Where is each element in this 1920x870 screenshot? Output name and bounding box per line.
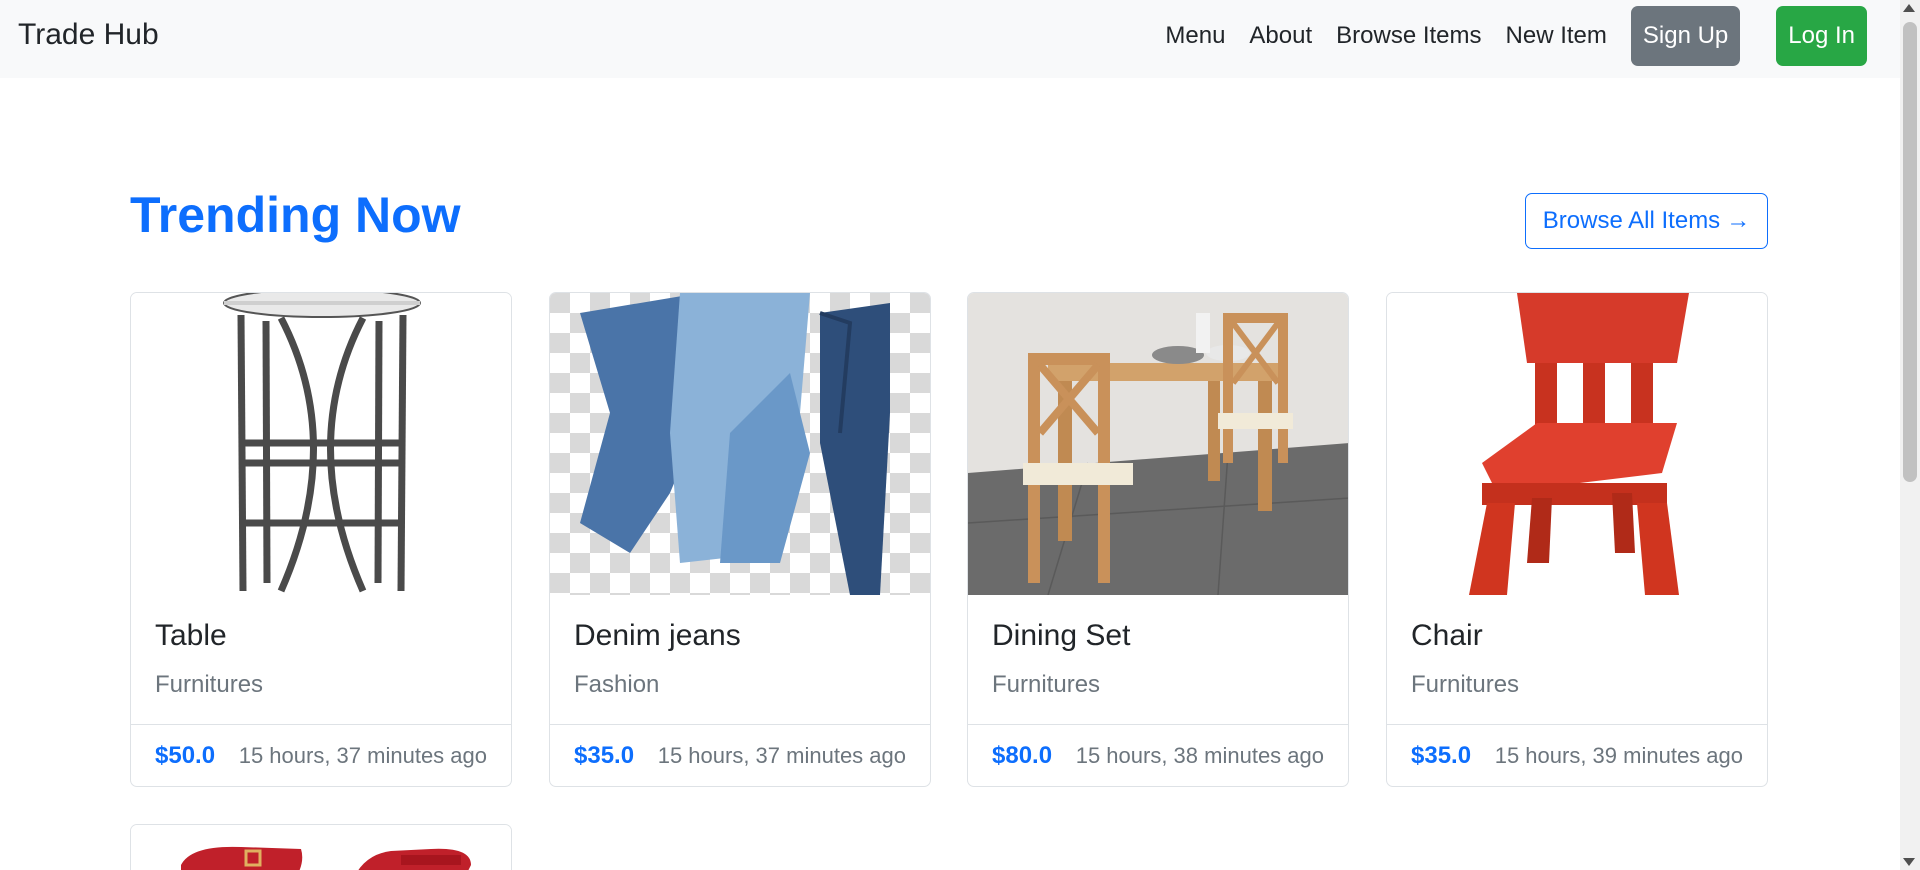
item-card[interactable]: Dining Set Furnitures $80.0 15 hours, 38…: [967, 292, 1349, 787]
nav-link-browse-items[interactable]: Browse Items: [1336, 22, 1481, 50]
scroll-up-icon[interactable]: [1903, 4, 1915, 12]
item-image-denim-jeans[interactable]: [550, 293, 930, 595]
item-card[interactable]: Chair Furnitures $35.0 15 hours, 39 minu…: [1386, 292, 1768, 787]
nav-link-menu[interactable]: Menu: [1165, 22, 1225, 50]
browse-all-items-button[interactable]: Browse All Items →: [1525, 193, 1768, 249]
item-image-chair[interactable]: [1387, 293, 1767, 595]
item-price: $35.0: [1411, 741, 1472, 769]
sign-up-button[interactable]: Sign Up: [1630, 6, 1741, 66]
item-title[interactable]: Denim jeans: [574, 619, 906, 653]
item-card-footer: $35.0 15 hours, 37 minutes ago: [550, 724, 930, 786]
item-timestamp: 15 hours, 37 minutes ago: [657, 742, 906, 768]
nav-link-about[interactable]: About: [1249, 22, 1312, 50]
arrow-right-icon: →: [1726, 207, 1751, 234]
page-title: Trending Now: [130, 187, 461, 243]
item-price: $35.0: [574, 741, 635, 769]
item-category: Furnitures: [992, 671, 1101, 698]
item-image-shoes[interactable]: [131, 825, 511, 870]
item-price: $80.0: [992, 741, 1053, 769]
item-timestamp: 15 hours, 39 minutes ago: [1494, 742, 1743, 768]
item-card[interactable]: [130, 824, 512, 870]
nav-links: Menu About Browse Items New Item Sign Up…: [1165, 5, 1867, 67]
brand-logo[interactable]: Trade Hub: [18, 18, 159, 52]
item-card-footer: $35.0 15 hours, 39 minutes ago: [1387, 724, 1767, 786]
item-timestamp: 15 hours, 38 minutes ago: [1075, 742, 1324, 768]
scroll-thumb[interactable]: [1903, 22, 1917, 482]
item-timestamp: 15 hours, 37 minutes ago: [238, 742, 487, 768]
item-title[interactable]: Table: [155, 619, 487, 653]
item-category: Fashion: [574, 671, 660, 698]
item-title[interactable]: Dining Set: [992, 619, 1324, 653]
item-category: Furnitures: [1411, 671, 1520, 698]
log-in-button[interactable]: Log In: [1776, 6, 1867, 66]
item-price: $50.0: [155, 741, 216, 769]
item-image-table[interactable]: [131, 293, 511, 595]
browse-all-label: Browse All Items: [1542, 207, 1721, 234]
item-image-dining-set[interactable]: [968, 293, 1348, 595]
item-category: Furnitures: [155, 671, 264, 698]
scroll-down-icon[interactable]: [1903, 858, 1915, 866]
page-scrollbar[interactable]: [1900, 0, 1920, 870]
item-card-footer: $50.0 15 hours, 37 minutes ago: [131, 724, 511, 786]
item-card-footer: $80.0 15 hours, 38 minutes ago: [968, 724, 1348, 786]
navbar: Trade Hub Menu About Browse Items New It…: [0, 0, 1900, 78]
nav-link-new-item[interactable]: New Item: [1506, 22, 1607, 50]
item-title[interactable]: Chair: [1411, 619, 1743, 653]
item-card[interactable]: Denim jeans Fashion $35.0 15 hours, 37 m…: [549, 292, 931, 787]
item-card[interactable]: Table Furnitures $50.0 15 hours, 37 minu…: [130, 292, 512, 787]
